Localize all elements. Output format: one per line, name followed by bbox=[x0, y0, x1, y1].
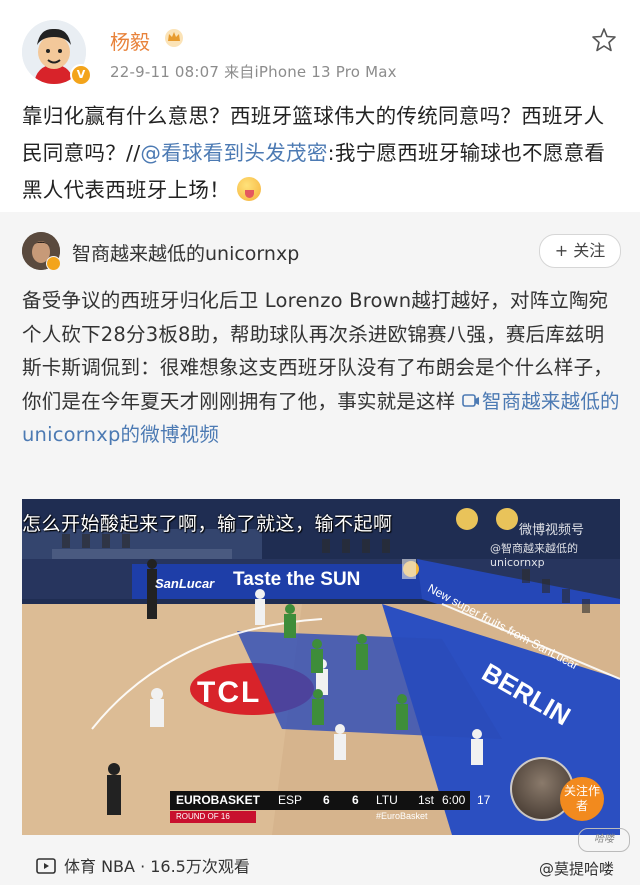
repost-card[interactable]: 智商越来越低的unicornxp + 关注 备受争议的西班牙归化后卫 Loren… bbox=[0, 212, 640, 885]
post-meta: 22-9-11 08:07 来自iPhone 13 Pro Max bbox=[110, 61, 397, 82]
court-logo-tcl: TCL bbox=[197, 676, 262, 709]
video-link-icon bbox=[462, 393, 479, 407]
score-event: EUROBASKET bbox=[176, 793, 261, 807]
post-text: 靠归化赢有什么意思？西班牙篮球伟大的传统同意吗？西班牙人民同意吗？//@看球看到… bbox=[22, 98, 622, 209]
video-player[interactable]: 怎么开始酸起来了啊，输了就这，输不起啊 微博视频号 @智商越来越低的unicor… bbox=[22, 499, 620, 835]
score-away: 6 bbox=[352, 793, 359, 807]
ad-sanlucar: SanLucar bbox=[155, 576, 215, 591]
follow-button[interactable]: + 关注 bbox=[539, 234, 621, 268]
score-shot-clock: 17 bbox=[477, 793, 491, 807]
video-watermark: 微博视频号 bbox=[519, 523, 585, 538]
author-name[interactable]: 杨毅 bbox=[110, 26, 150, 55]
verified-icon bbox=[46, 256, 61, 271]
ad-taste-the-sun: Taste the SUN bbox=[233, 569, 361, 590]
star-icon[interactable] bbox=[590, 26, 618, 54]
score-home-team: ESP bbox=[278, 793, 303, 807]
follow-author-button[interactable]: 关注作者 bbox=[560, 777, 604, 821]
emoji-drool-icon bbox=[236, 177, 261, 201]
score-home: 6 bbox=[323, 793, 330, 807]
timestamp: 22-9-11 08:07 bbox=[110, 63, 220, 81]
score-round: ROUND OF 16 bbox=[170, 811, 256, 823]
video-stats: 体育 NBA · 16.5万次观看 bbox=[36, 853, 250, 877]
scoreboard: EUROBASKET ESP 6 6 LTU 1st 6:00 17 bbox=[170, 791, 490, 810]
repost-author-name[interactable]: 智商越来越低的unicornxp bbox=[72, 239, 299, 266]
score-period: 1st bbox=[418, 793, 435, 807]
mention-link[interactable]: @看球看到头发茂密 bbox=[140, 141, 327, 165]
video-watermark-handle: @智商越来越低的unicornxp bbox=[490, 542, 578, 569]
score-clock: 6:00 bbox=[442, 793, 466, 807]
verified-icon: V bbox=[70, 64, 92, 86]
video-caption: 怎么开始酸起来了啊，输了就这，输不起啊 bbox=[22, 513, 393, 535]
repost-text: 备受争议的西班牙归化后卫 Lorenzo Brown越打越好，对阵立陶宛个人砍下… bbox=[22, 284, 620, 452]
original-post: V 杨毅 22-9-11 08:07 来自iPhone 13 Pro Max 靠… bbox=[0, 0, 640, 212]
corner-stamp: 哈喽 bbox=[578, 828, 630, 852]
crown-icon bbox=[165, 29, 183, 47]
score-hashtag: #EuroBasket bbox=[376, 811, 428, 821]
play-icon bbox=[36, 858, 56, 874]
score-away-team: LTU bbox=[376, 793, 398, 807]
post-source: 来自iPhone 13 Pro Max bbox=[224, 63, 397, 81]
video-stats-text: 体育 NBA · 16.5万次观看 bbox=[64, 857, 250, 876]
corner-watermark: @莫提哈喽 bbox=[539, 860, 615, 878]
